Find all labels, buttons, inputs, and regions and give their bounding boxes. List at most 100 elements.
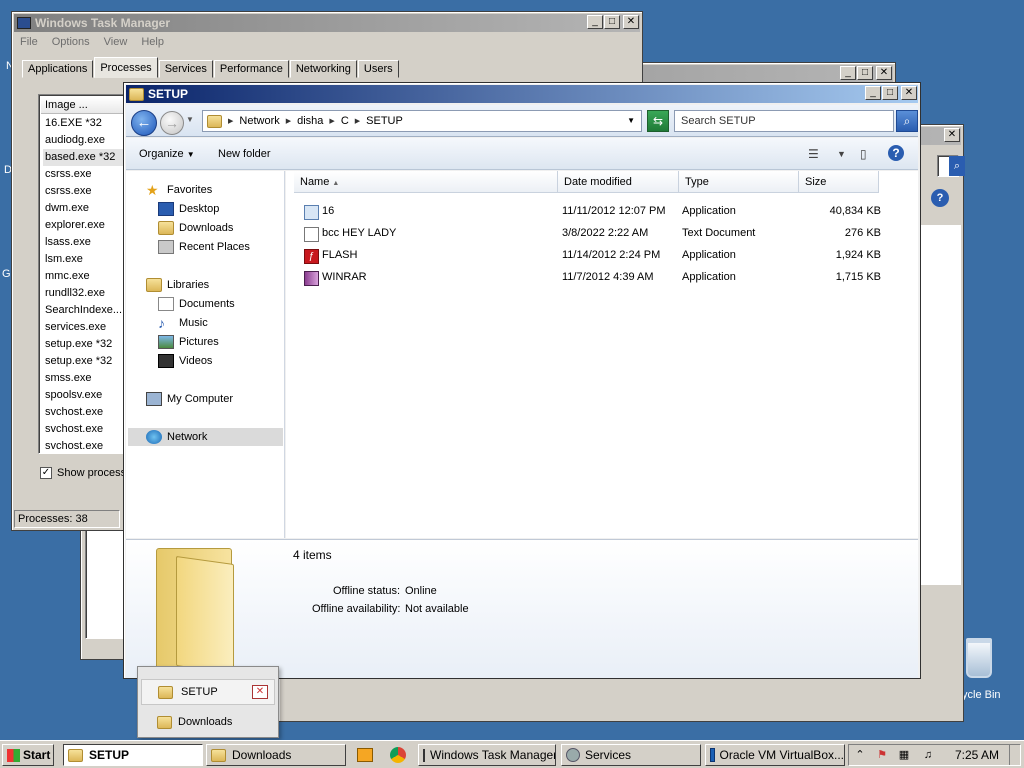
process-row[interactable]: services.exe [43,319,133,336]
minimize-button[interactable]: _ [587,15,603,29]
file-row[interactable]: ƒ FLASH 11/14/2012 2:24 PM Application 1… [296,245,881,265]
minimize-button[interactable]: _ [865,86,881,100]
chevron-right-icon[interactable]: ▶ [228,117,233,125]
chevron-down-icon[interactable]: ▼ [627,116,635,125]
process-row[interactable]: explorer.exe [43,217,133,234]
file-row[interactable]: 16 11/11/2012 12:07 PM Application 40,83… [296,201,881,221]
taskbar-item-task-manager[interactable]: Windows Task Manager [418,744,556,766]
menu-file[interactable]: File [20,36,38,48]
nav-libraries[interactable]: Libraries [146,276,209,294]
nav-downloads[interactable]: Downloads [158,219,233,237]
nav-recent-places[interactable]: Recent Places [158,238,250,256]
address-bar[interactable]: ▶ Network ▶ disha ▶ C ▶ SETUP ▼ [202,110,642,132]
tab-networking[interactable]: Networking [289,60,357,78]
nav-videos[interactable]: Videos [158,352,212,370]
process-row[interactable]: 16.EXE *32 [43,115,133,132]
tab-processes[interactable]: Processes [94,57,158,78]
file-list[interactable]: Name ▲ Date modified Type Size 16 11/11/… [286,171,918,538]
process-row[interactable]: mmc.exe [43,268,133,285]
search-icon[interactable]: ⌕ [949,156,965,176]
file-row[interactable]: bcc HEY LADY 3/8/2022 2:22 AM Text Docum… [296,223,881,243]
refresh-icon[interactable]: ⇆ [647,110,669,132]
maximize-button[interactable]: □ [857,66,873,80]
close-icon[interactable]: ✕ [252,685,268,699]
chrome-icon[interactable] [390,747,406,763]
breadcrumb-disha[interactable]: disha [297,115,323,127]
maximize-button[interactable]: □ [604,15,620,29]
tab-applications[interactable]: Applications [22,60,94,78]
process-list[interactable]: Image ... 16.EXE *32 audiodg.exe based.e… [38,94,134,454]
process-row[interactable]: audiodg.exe [43,132,133,149]
maximize-button[interactable]: □ [882,86,898,100]
nav-pictures[interactable]: Pictures [158,333,219,351]
menu-view[interactable]: View [104,36,128,48]
taskbar-item-virtualbox[interactable]: Oracle VM VirtualBox... [705,744,845,766]
action-center-icon[interactable]: ⚑ [875,748,889,762]
organize-button[interactable]: Organize ▼ [139,148,195,160]
column-header-image[interactable]: Image ... [41,97,131,114]
nav-documents[interactable]: Documents [158,295,235,313]
nav-favorites[interactable]: ★ Favorites [146,181,212,199]
media-player-icon[interactable] [357,748,373,762]
menu-options[interactable]: Options [52,36,90,48]
show-desktop-button[interactable] [1009,745,1019,765]
process-row[interactable]: csrss.exe [43,183,133,200]
breadcrumb-setup[interactable]: SETUP [366,115,403,127]
view-options-icon[interactable]: ☰ [808,147,819,161]
process-row[interactable]: setup.exe *32 [43,336,133,353]
column-header-size[interactable]: Size [799,171,879,193]
process-row[interactable]: based.exe *32 [43,149,133,166]
tab-users[interactable]: Users [357,60,399,78]
help-icon[interactable]: ? [931,189,949,207]
breadcrumb-network[interactable]: Network [239,115,279,127]
close-button[interactable]: ✕ [623,15,639,29]
close-button[interactable]: ✕ [876,66,892,80]
new-folder-button[interactable]: New folder [218,148,271,160]
network-icon[interactable]: ▦ [897,748,911,762]
explorer-window[interactable]: SETUP _ □ ✕ ← → ▼ ▶ Network ▶ disha ▶ C … [123,82,921,679]
close-button[interactable]: ✕ [944,128,960,142]
nav-music[interactable]: ♪ Music [158,314,208,332]
column-header-date[interactable]: Date modified [558,171,679,193]
taskbar-item-downloads[interactable]: Downloads [206,744,346,766]
process-row[interactable]: svchost.exe [43,421,133,438]
search-icon[interactable]: ⌕ [896,110,918,132]
explorer-titlebar[interactable]: SETUP _ □ ✕ [126,85,918,103]
process-row[interactable]: csrss.exe [43,166,133,183]
menu-help[interactable]: Help [141,36,164,48]
process-row[interactable]: smss.exe [43,370,133,387]
column-header-type[interactable]: Type [679,171,799,193]
show-processes-checkbox[interactable]: ✓ [40,467,52,479]
taskbar-item-setup[interactable]: SETUP [63,744,203,766]
nav-my-computer[interactable]: My Computer [146,390,233,408]
nav-network[interactable]: Network [128,428,283,446]
process-row[interactable]: SearchIndexe... [43,302,133,319]
start-button[interactable]: Start [2,744,54,766]
process-row[interactable]: lsass.exe [43,234,133,251]
process-row[interactable]: svchost.exe [43,438,133,455]
file-row[interactable]: WINRAR 11/7/2012 4:39 AM Application 1,7… [296,267,881,287]
chevron-right-icon[interactable]: ▶ [329,117,334,125]
preview-pane-icon[interactable]: ▯ [860,147,867,161]
breadcrumb-c[interactable]: C [341,115,349,127]
process-row[interactable]: rundll32.exe [43,285,133,302]
process-row[interactable]: lsm.exe [43,251,133,268]
chevron-right-icon[interactable]: ▶ [355,117,360,125]
close-button[interactable]: ✕ [901,86,917,100]
recent-pages-dropdown-icon[interactable]: ▼ [186,115,194,124]
minimize-button[interactable]: _ [840,66,856,80]
popup-item-downloads[interactable]: Downloads [141,709,275,735]
forward-arrow-icon[interactable]: → [160,111,184,135]
process-row[interactable]: dwm.exe [43,200,133,217]
nav-desktop[interactable]: Desktop [158,200,219,218]
popup-item-setup[interactable]: SETUP ✕ [141,679,275,705]
process-row[interactable]: spoolsv.exe [43,387,133,404]
process-row[interactable]: svchost.exe [43,404,133,421]
back-arrow-icon[interactable]: ← [131,110,157,136]
chevron-down-icon[interactable]: ▼ [837,149,846,159]
volume-icon[interactable]: ♫ [921,748,935,762]
tab-services[interactable]: Services [158,60,213,78]
help-icon[interactable]: ? [888,145,904,161]
column-header-name[interactable]: Name ▲ [294,171,558,193]
tab-performance[interactable]: Performance [213,60,289,78]
